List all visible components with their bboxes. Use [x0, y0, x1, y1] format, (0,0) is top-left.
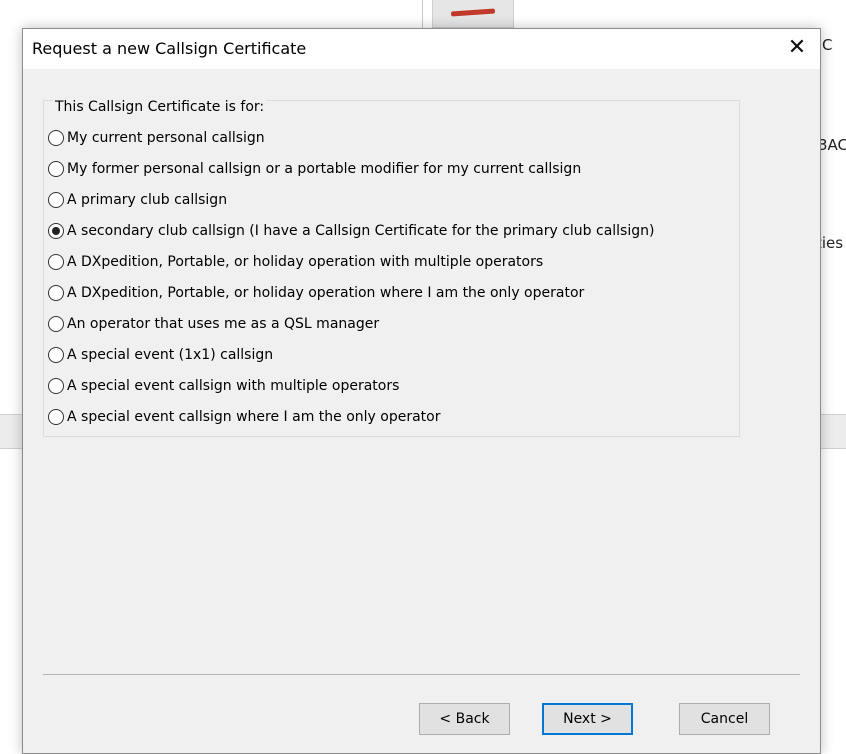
radio-button[interactable]: [48, 285, 64, 302]
radio-option[interactable]: A special event callsign where I am the …: [48, 402, 654, 433]
radio-button[interactable]: [48, 253, 64, 270]
radio-button[interactable]: [48, 129, 64, 146]
radio-button-checked[interactable]: [48, 222, 64, 239]
radio-button[interactable]: [48, 347, 64, 364]
certificate-type-group: This Callsign Certificate is for: My cur…: [43, 99, 740, 437]
background-thumbnail: [432, 0, 514, 28]
background-text: 3AC: [818, 136, 846, 154]
radio-option-label[interactable]: A special event callsign with multiple o…: [67, 378, 399, 394]
close-icon: ✕: [787, 35, 807, 60]
dialog-title: Request a new Callsign Certificate: [32, 39, 307, 58]
radio-option-label[interactable]: A secondary club callsign (I have a Call…: [67, 223, 654, 239]
radio-option-label[interactable]: My current personal callsign: [67, 130, 265, 146]
radio-option-label[interactable]: A DXpedition, Portable, or holiday opera…: [67, 254, 543, 270]
background-divider: [422, 0, 423, 30]
radio-option-label[interactable]: A primary club callsign: [67, 192, 227, 208]
radio-button[interactable]: [48, 316, 64, 333]
radio-option-label[interactable]: An operator that uses me as a QSL manage…: [67, 316, 379, 332]
close-button[interactable]: ✕: [774, 29, 820, 69]
radio-button[interactable]: [48, 409, 64, 426]
radio-option[interactable]: A special event (1x1) callsign: [48, 340, 654, 371]
next-button[interactable]: Next >: [542, 703, 633, 735]
background-thumbnail-mark: [450, 8, 496, 17]
radio-option[interactable]: My former personal callsign or a portabl…: [48, 153, 654, 184]
radio-option-label[interactable]: A special event (1x1) callsign: [67, 347, 273, 363]
radio-option[interactable]: An operator that uses me as a QSL manage…: [48, 309, 654, 340]
cancel-button[interactable]: Cancel: [679, 703, 770, 735]
request-certificate-dialog: Request a new Callsign Certificate ✕ Thi…: [22, 28, 821, 754]
radio-button[interactable]: [48, 191, 64, 208]
group-label: This Callsign Certificate is for:: [53, 99, 267, 115]
footer-separator: [43, 674, 800, 675]
radio-option[interactable]: A special event callsign with multiple o…: [48, 371, 654, 402]
back-button[interactable]: < Back: [419, 703, 510, 735]
radio-button[interactable]: [48, 378, 64, 395]
radio-button[interactable]: [48, 160, 64, 177]
radio-option[interactable]: A primary club callsign: [48, 184, 654, 215]
radio-option[interactable]: A DXpedition, Portable, or holiday opera…: [48, 246, 654, 277]
radio-option-label[interactable]: A special event callsign where I am the …: [67, 409, 441, 425]
dialog-titlebar[interactable]: Request a new Callsign Certificate ✕: [23, 29, 820, 69]
radio-option[interactable]: A DXpedition, Portable, or holiday opera…: [48, 277, 654, 308]
certificate-type-options: My current personal callsign My former pe…: [48, 122, 654, 433]
radio-option-label[interactable]: A DXpedition, Portable, or holiday opera…: [67, 285, 584, 301]
radio-option[interactable]: My current personal callsign: [48, 122, 654, 153]
radio-option[interactable]: A secondary club callsign (I have a Call…: [48, 215, 654, 246]
background-text: C: [822, 36, 833, 54]
radio-option-label[interactable]: My former personal callsign or a portabl…: [67, 161, 581, 177]
